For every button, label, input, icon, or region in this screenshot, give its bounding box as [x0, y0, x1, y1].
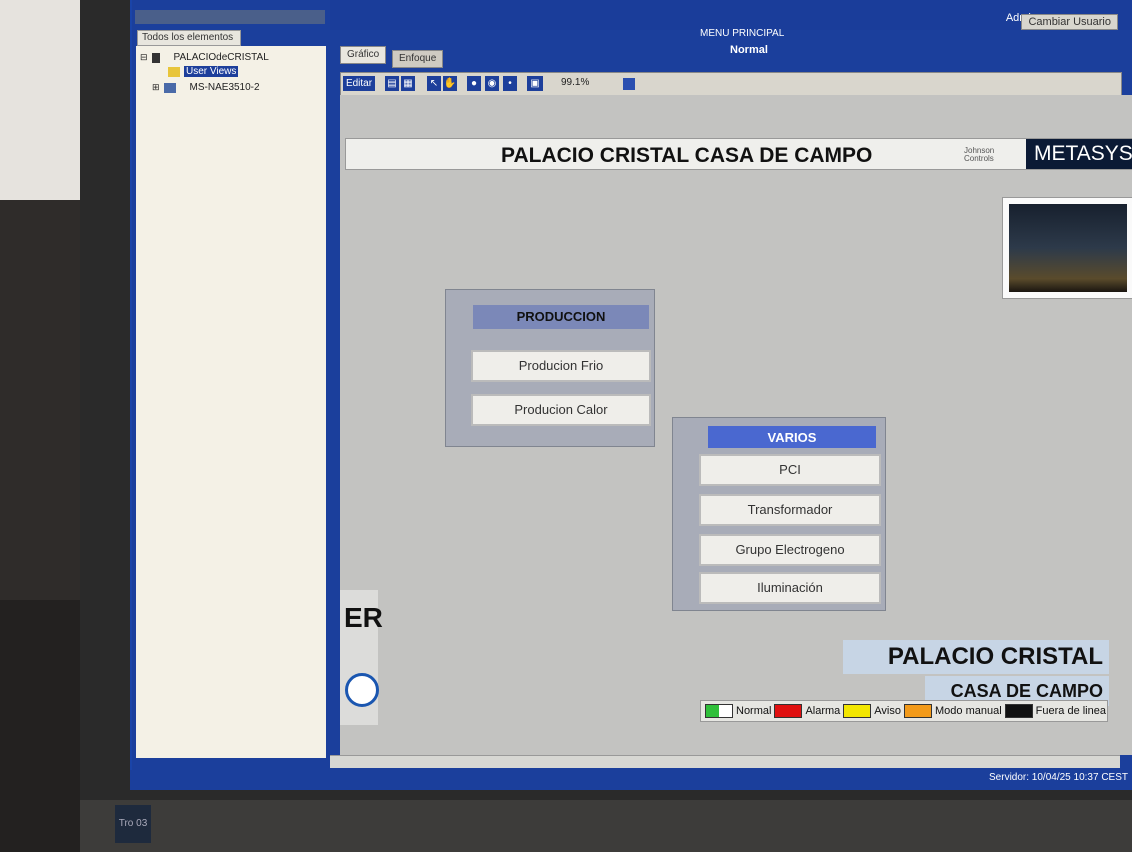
building-icon — [151, 52, 160, 63]
toolbar: Editar ▤ ▦ ↖ ✋ ● ◉ • ▣ 99.1% — [340, 72, 1122, 96]
change-user-button[interactable]: Cambiar Usuario — [1021, 14, 1118, 30]
certification-seal-icon — [345, 673, 379, 707]
site-title: PALACIO CRISTAL — [843, 640, 1109, 674]
legend-swatch-aviso — [843, 704, 872, 718]
edit-button[interactable]: Editar — [343, 76, 375, 91]
metasys-logo: METASYS — [1026, 139, 1132, 169]
tree-header — [135, 10, 325, 24]
page-title: PALACIO CRISTAL CASA DE CAMPO — [501, 144, 873, 167]
controller-icon — [163, 82, 176, 93]
pointer-icon[interactable]: ↖ — [427, 76, 441, 91]
aenor-er-logo: ER — [344, 602, 383, 633]
tab-enfoque[interactable]: Enfoque — [392, 50, 444, 68]
zoom-in-icon[interactable]: ● — [467, 76, 481, 91]
status-text: Normal — [730, 44, 768, 56]
main-pane: Admin Cambiar Usuario MENU PRINCIPAL Nor… — [330, 0, 1132, 790]
status-legend: Normal Alarma Aviso Modo manual Fuera de… — [700, 700, 1108, 722]
tree-item-palacio[interactable]: ⊟ PALACIOdeCRISTAL — [140, 52, 269, 63]
expand-icon[interactable]: ⊟ — [140, 52, 148, 63]
expand-icon[interactable]: ⊞ — [152, 82, 160, 93]
certification-logos: ER — [340, 590, 383, 725]
legend-label: Aviso — [874, 705, 901, 717]
tree-item-user-views[interactable]: User Views — [168, 66, 239, 77]
legend-label: Normal — [736, 705, 772, 717]
zoom-fit-icon[interactable]: ▣ — [527, 76, 543, 91]
tab-grafico[interactable]: Gráfico — [340, 46, 387, 64]
horizontal-scrollbar[interactable] — [330, 755, 1120, 768]
banner: PALACIO CRISTAL CASA DE CAMPO Johnson Con… — [345, 138, 1132, 170]
varios-title: VARIOS — [708, 426, 876, 448]
varios-panel: VARIOS PCI Transformador Grupo Electroge… — [672, 417, 886, 611]
producion-frio-button[interactable]: Producion Frio — [471, 350, 651, 382]
legend-swatch-normal — [705, 704, 733, 718]
legend-label: Fuera de linea — [1035, 705, 1106, 717]
building-photo — [1002, 197, 1132, 299]
johnson-controls-logo: Johnson Controls — [964, 146, 995, 163]
screen: Todos los elementos ⊟ PALACIOdeCRISTAL U… — [130, 0, 1132, 790]
legend-label: Modo manual — [935, 705, 1002, 717]
produccion-title: PRODUCCION — [473, 305, 649, 329]
building-photo-image — [1009, 204, 1127, 292]
tree-item-label: User Views — [184, 66, 239, 77]
zoom-out-icon[interactable]: • — [503, 76, 517, 91]
navigation-tree-pane: Todos los elementos ⊟ PALACIOdeCRISTAL U… — [132, 0, 332, 770]
tree-item-label: PALACIOdeCRISTAL — [173, 52, 269, 63]
produccion-panel: PRODUCCION Producion Frio Producion Calo… — [445, 289, 655, 447]
zoom-dropdown-icon[interactable] — [623, 78, 635, 90]
monitor-bezel-bottom — [80, 800, 1132, 852]
producion-calor-button[interactable]: Producion Calor — [471, 394, 651, 426]
tree-body: ⊟ PALACIOdeCRISTAL User Views ⊞ MS-NAE35… — [136, 46, 326, 758]
copy-icon[interactable]: ▦ — [401, 76, 415, 91]
legend-swatch-modo-manual — [904, 704, 932, 718]
tree-item-nae[interactable]: ⊞ MS-NAE3510-2 — [152, 82, 260, 93]
folder-icon — [168, 66, 180, 77]
tab-all-items[interactable]: Todos los elementos — [137, 30, 241, 46]
graphic-canvas: PALACIO CRISTAL CASA DE CAMPO Johnson Con… — [340, 95, 1132, 755]
print-icon[interactable]: ▤ — [385, 76, 399, 91]
pci-button[interactable]: PCI — [699, 454, 881, 486]
grupo-electrogeno-button[interactable]: Grupo Electrogeno — [699, 534, 881, 566]
status-bar: Servidor: 10/04/25 10:37 CEST — [130, 770, 1132, 790]
hand-icon[interactable]: ✋ — [443, 76, 457, 91]
tree-item-label: MS-NAE3510-2 — [189, 82, 260, 93]
transformador-button[interactable]: Transformador — [699, 494, 881, 526]
zoom-level: 99.1% — [561, 77, 590, 88]
zoom-reset-icon[interactable]: ◉ — [485, 76, 499, 91]
legend-swatch-alarma — [774, 704, 803, 718]
monitor-sticker: Tro 03 — [115, 805, 151, 843]
legend-label: Alarma — [805, 705, 841, 717]
server-time: Servidor: 10/04/25 10:37 CEST — [989, 772, 1128, 783]
legend-swatch-fuera-de-linea — [1004, 704, 1033, 718]
menu-title: MENU PRINCIPAL — [700, 28, 785, 39]
iluminacion-button[interactable]: Iluminación — [699, 572, 881, 604]
